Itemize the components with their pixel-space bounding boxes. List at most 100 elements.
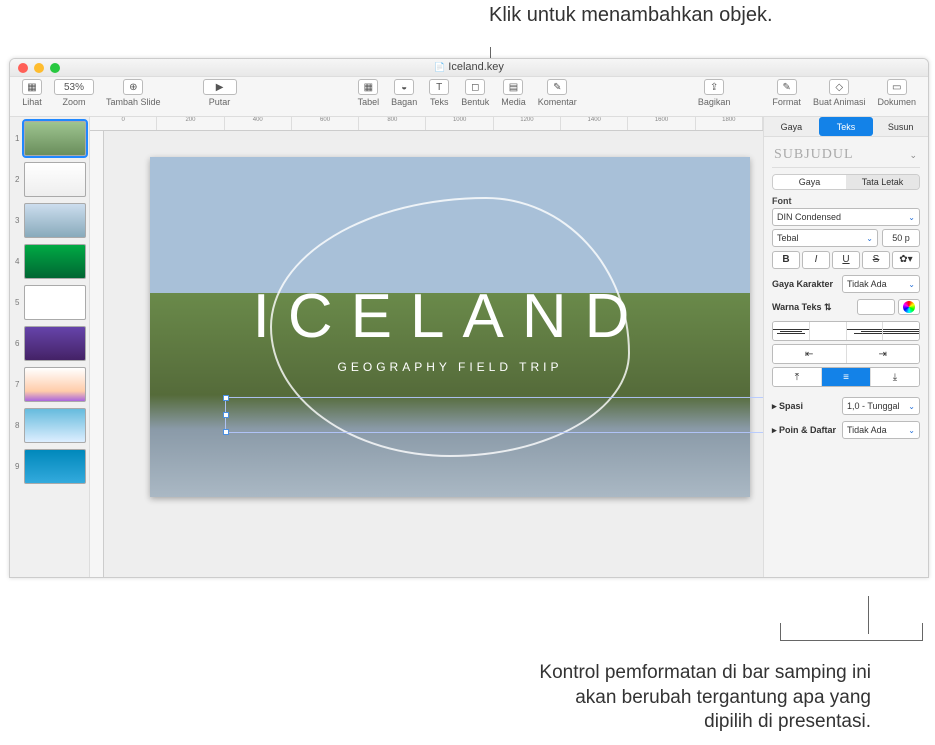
shape-button[interactable]: ◻ Bentuk	[461, 79, 489, 107]
chevron-icon: ⌄	[908, 402, 915, 411]
view-button[interactable]: ▦ Lihat	[22, 79, 42, 107]
valign-bottom-button[interactable]: ⤓	[871, 368, 919, 386]
chart-button[interactable]: ◒ Bagan	[391, 79, 417, 107]
slide-thumb-5[interactable]: 5	[24, 285, 86, 320]
paragraph-style-select[interactable]: SUBJUDUL ⌄	[772, 143, 920, 168]
text-color-swatch[interactable]	[857, 299, 895, 315]
chevron-down-icon: ⌄	[909, 150, 918, 161]
table-icon: ▦	[358, 79, 378, 95]
color-wheel-icon	[903, 301, 915, 313]
char-style-select[interactable]: Tidak Ada⌄	[842, 275, 920, 293]
callout-format-sidebar: Kontrol pemformatan di bar samping ini a…	[531, 661, 871, 735]
text-options-button[interactable]: ✿▾	[892, 251, 920, 269]
play-button[interactable]: ▶ Putar	[203, 79, 237, 107]
tab-gaya[interactable]: Gaya	[764, 117, 819, 136]
comment-button[interactable]: ✎ Komentar	[538, 79, 577, 107]
align-center-button[interactable]	[810, 322, 847, 340]
media-button[interactable]: ▤ Media	[501, 79, 526, 107]
close-icon[interactable]	[18, 63, 28, 73]
outdent-button[interactable]: ⇤	[773, 345, 847, 363]
table-button[interactable]: ▦ Tabel	[358, 79, 380, 107]
align-right-button[interactable]	[847, 322, 884, 340]
window-controls	[18, 63, 60, 73]
media-icon: ▤	[503, 79, 523, 95]
font-label: Font	[772, 196, 920, 206]
bullets-select[interactable]: Tidak Ada⌄	[842, 421, 920, 439]
animate-icon: ◇	[829, 79, 849, 95]
spacing-select[interactable]: 1,0 - Tunggal⌄	[842, 397, 920, 415]
sidebar-top-tabs: Gaya Teks Susun	[764, 117, 928, 137]
chevron-icon: ⌄	[908, 280, 915, 289]
minimize-icon[interactable]	[34, 63, 44, 73]
font-style-select[interactable]: Tebal⌄	[772, 229, 878, 247]
canvas-area[interactable]: 020040060080010001200140016001800 ICELAN…	[90, 117, 763, 577]
color-picker-button[interactable]	[898, 299, 920, 315]
text-subtabs: Gaya Tata Letak	[772, 174, 920, 190]
workspace: 1 2 3 4 5 6 7 8 9 0200400600800100012001…	[10, 117, 928, 577]
callout-line-bottom	[868, 596, 869, 634]
tab-teks[interactable]: Teks	[819, 117, 874, 136]
document-icon: ▭	[887, 79, 907, 95]
app-window: Iceland.key ▦ Lihat 53% Zoom ⊕ Tambah Sl…	[9, 58, 929, 578]
slide-thumb-9[interactable]: 9	[24, 449, 86, 484]
format-sidebar: Gaya Teks Susun SUBJUDUL ⌄ Gaya Tata Let…	[763, 117, 928, 577]
shape-icon: ◻	[465, 79, 485, 95]
subtab-tata-letak[interactable]: Tata Letak	[846, 175, 919, 189]
italic-button[interactable]: I	[802, 251, 830, 269]
slide-title[interactable]: ICELAND	[253, 281, 648, 352]
align-justify-button[interactable]	[883, 322, 919, 340]
selection-box	[225, 397, 763, 433]
valign-top-button[interactable]: ⤒	[773, 368, 822, 386]
tab-susun[interactable]: Susun	[873, 117, 928, 136]
callout-bracket-bottom	[780, 623, 923, 641]
chart-icon: ◒	[394, 79, 414, 95]
callout-add-object: Klik untuk menambahkan objek.	[489, 2, 773, 28]
share-button[interactable]: ⇪ Bagikan	[698, 79, 731, 107]
slide-thumb-2[interactable]: 2	[24, 162, 86, 197]
format-button[interactable]: ✎ Format	[772, 79, 801, 107]
bullets-label: ▸ Poin & Daftar	[772, 425, 836, 436]
chevron-icon: ⌄	[866, 234, 873, 243]
document-title: Iceland.key	[434, 61, 504, 73]
strike-button[interactable]: S	[862, 251, 890, 269]
add-slide-button[interactable]: ⊕ Tambah Slide	[106, 79, 161, 107]
char-style-label: Gaya Karakter	[772, 279, 833, 289]
view-icon: ▦	[22, 79, 42, 95]
slide-thumb-4[interactable]: 4	[24, 244, 86, 279]
slide-thumb-7[interactable]: 7	[24, 367, 86, 402]
underline-button[interactable]: U	[832, 251, 860, 269]
spacing-label: ▸ Spasi	[772, 401, 803, 412]
text-color-label: Warna Teks ⇅	[772, 302, 832, 313]
slide-navigator[interactable]: 1 2 3 4 5 6 7 8 9	[10, 117, 90, 577]
font-family-select[interactable]: DIN Condensed⌄	[772, 208, 920, 226]
horizontal-align-row	[772, 321, 920, 341]
chevron-icon: ⌄	[908, 426, 915, 435]
font-size-stepper[interactable]: 50 p	[882, 229, 920, 247]
slide-thumb-1[interactable]: 1	[24, 121, 86, 156]
slide-subtitle[interactable]: GEOGRAPHY FIELD TRIP	[338, 360, 563, 374]
slide-thumb-6[interactable]: 6	[24, 326, 86, 361]
slide-thumb-8[interactable]: 8	[24, 408, 86, 443]
indent-button[interactable]: ⇥	[847, 345, 920, 363]
slide-thumb-3[interactable]: 3	[24, 203, 86, 238]
vertical-align-row: ⤒ ≡ ⤓	[772, 367, 920, 387]
animate-button[interactable]: ◇ Buat Animasi	[813, 79, 866, 107]
text-icon: T	[429, 79, 449, 95]
indent-row: ⇤ ⇥	[772, 344, 920, 364]
bold-button[interactable]: B	[772, 251, 800, 269]
document-button[interactable]: ▭ Dokumen	[877, 79, 916, 107]
align-left-button[interactable]	[773, 322, 810, 340]
ruler-horizontal: 020040060080010001200140016001800	[90, 117, 763, 131]
share-icon: ⇪	[704, 79, 724, 95]
zoom-button[interactable]: 53% Zoom	[54, 79, 94, 107]
subtab-gaya[interactable]: Gaya	[773, 175, 846, 189]
maximize-icon[interactable]	[50, 63, 60, 73]
text-button[interactable]: T Teks	[429, 79, 449, 107]
titlebar: Iceland.key	[10, 59, 928, 77]
zoom-value: 53%	[54, 79, 94, 95]
play-icon: ▶	[203, 79, 237, 95]
slide-canvas[interactable]: ICELAND GEOGRAPHY FIELD TRIP	[150, 157, 750, 497]
comment-icon: ✎	[547, 79, 567, 95]
valign-middle-button[interactable]: ≡	[822, 368, 871, 386]
chevron-icon: ⌄	[908, 213, 915, 222]
